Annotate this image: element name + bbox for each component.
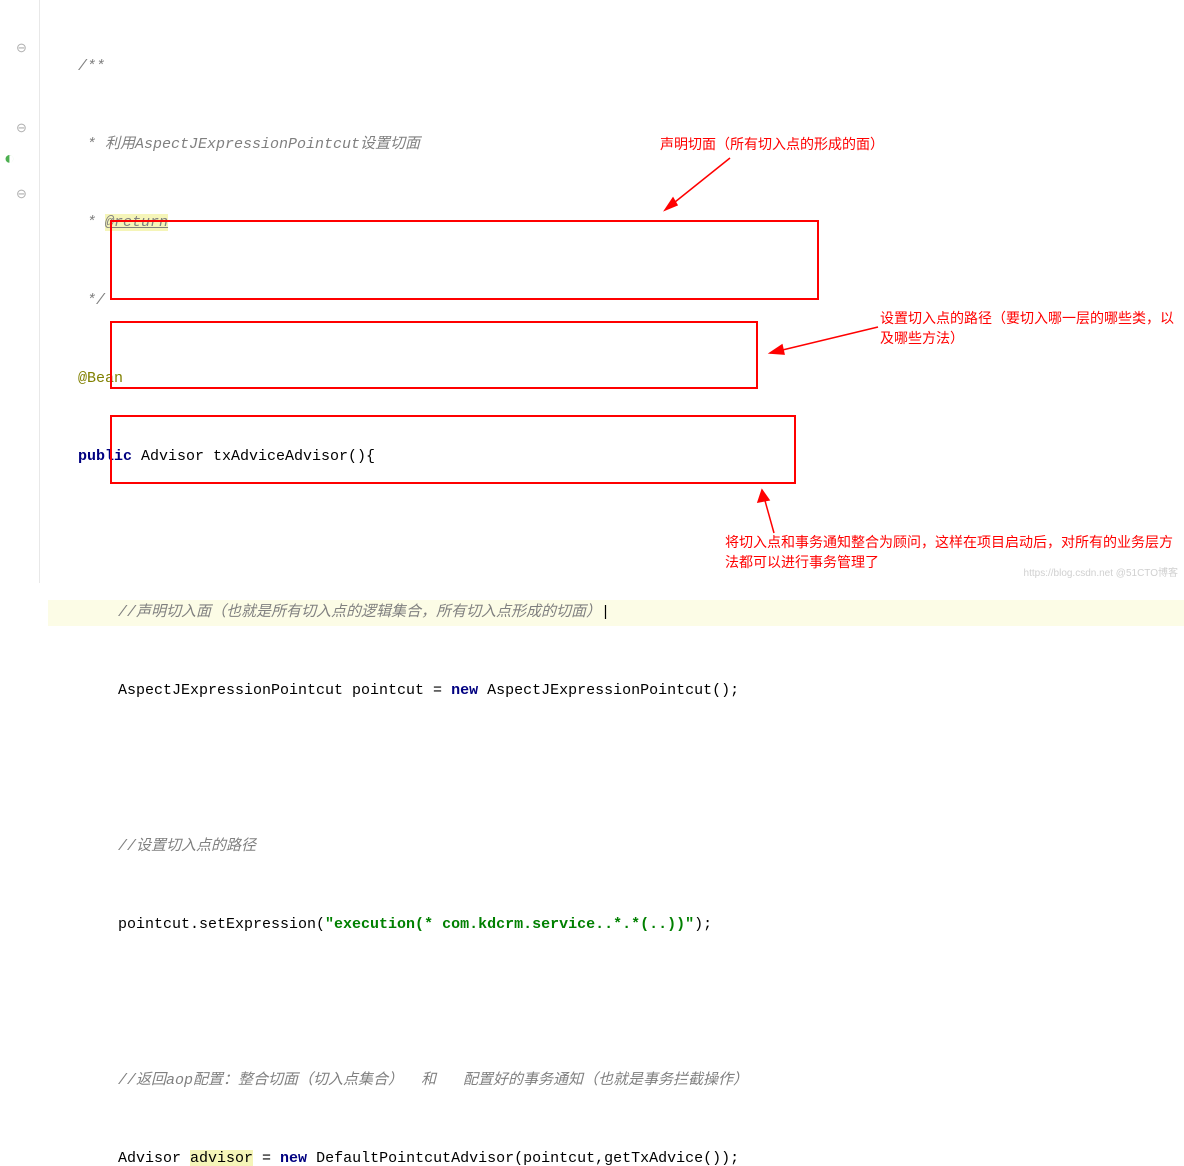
code-text: ); [694,916,712,933]
fold-icon[interactable] [16,40,31,55]
text-caret [601,604,610,621]
code-text: AspectJExpressionPointcut pointcut = [118,682,451,699]
code-text: = [253,1150,280,1166]
string-literal: "execution(* com.kdcrm.service..*.*(..))… [325,916,694,933]
annotation-text: 设置切入点的路径（要切入哪一层的哪些类，以及哪些方法） [880,308,1180,348]
highlight-box [110,321,758,389]
code-text: Advisor [118,1150,190,1166]
doc-comment: */ [78,292,105,309]
keyword-new: new [280,1150,307,1166]
comment: //声明切入面（也就是所有切入点的逻辑集合，所有切入点形成的切面） [118,604,601,621]
keyword-new: new [451,682,478,699]
doc-comment: * 利用AspectJExpressionPointcut设置切面 [78,136,420,153]
comment: //返回aop配置：整合切面（切入点集合） 和 配置好的事务通知（也就是事务拦截… [118,1072,748,1089]
variable-highlight: advisor [190,1150,253,1166]
highlight-box [110,415,796,484]
comment: //设置切入点的路径 [118,838,256,855]
code-text: AspectJExpressionPointcut(); [478,682,739,699]
doc-comment: /** [78,58,105,75]
gutter-marker-icon[interactable] [4,150,19,165]
watermark: https://blog.csdn.net @51CTO博客 [1024,564,1178,579]
fold-icon[interactable] [16,186,31,201]
blank-line [48,756,1184,782]
fold-icon[interactable] [16,120,31,135]
code-text: DefaultPointcutAdvisor(pointcut,getTxAdv… [307,1150,739,1166]
blank-line [48,990,1184,1016]
editor-gutter [0,0,40,583]
code-text: pointcut.setExpression( [118,916,325,933]
annotation-text: 声明切面（所有切入点的形成的面） [660,134,884,154]
highlight-box [110,220,819,300]
arrow-icon [655,155,735,225]
doc-comment: * [78,214,105,231]
arrow-icon [754,485,784,535]
arrow-icon [760,320,880,360]
